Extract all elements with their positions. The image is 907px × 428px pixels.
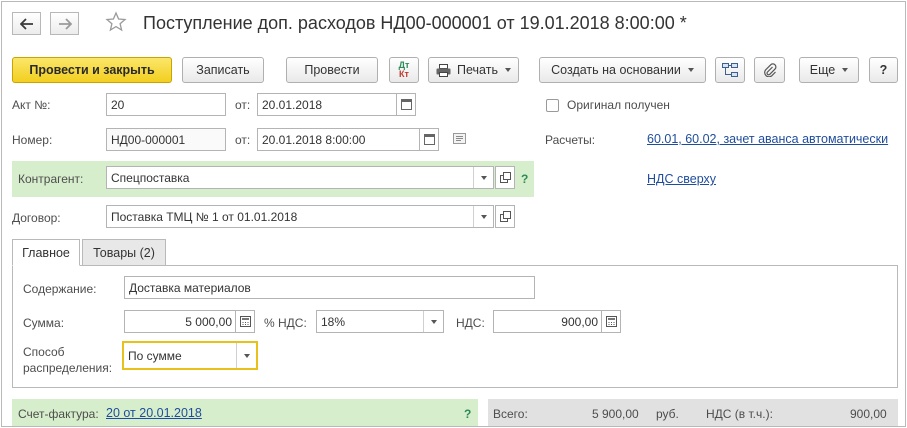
sum-label: Сумма: [23, 316, 65, 330]
content-input[interactable]: Доставка материалов [124, 276, 535, 299]
counterparty-label: Контрагент: [18, 172, 84, 186]
chevron-down-icon [842, 68, 849, 72]
contract-label: Договор: [12, 211, 61, 225]
post-button[interactable]: Провести [286, 57, 378, 83]
vat-included-value: 900,00 [850, 407, 887, 421]
totals-bar: Всего: 5 900,00 руб. НДС (в т.ч.): 900,0… [488, 399, 898, 426]
vat-rate-dropdown-button[interactable] [423, 311, 443, 332]
number-date-calendar-button[interactable] [419, 128, 439, 151]
content-label: Содержание: [23, 282, 97, 296]
counterparty-open-button[interactable] [495, 166, 515, 189]
tab-goods[interactable]: Товары (2) [82, 239, 166, 266]
favorite-star-icon[interactable] [105, 11, 127, 36]
contract-value: Поставка ТМЦ № 1 от 01.01.2018 [111, 209, 298, 224]
number-date-label: от: [235, 133, 251, 147]
vat-included-label: НДС (в т.ч.): [706, 407, 773, 421]
settlements-link[interactable]: 60.01, 60.02, зачет аванса автоматически [647, 132, 888, 146]
contract-open-button[interactable] [495, 205, 515, 228]
chevron-down-icon [480, 175, 487, 180]
chevron-down-icon [504, 68, 511, 72]
more-label: Еще [809, 63, 836, 77]
document-window: Поступление доп. расходов НД00-000001 от… [1, 1, 906, 427]
chevron-down-icon [430, 319, 437, 324]
contract-dropdown-button[interactable] [473, 206, 493, 227]
calendar-icon [400, 99, 412, 110]
original-received-checkbox[interactable] [546, 99, 559, 112]
more-button[interactable]: Еще [799, 57, 859, 83]
vat-rate-select[interactable]: 18% [316, 310, 444, 333]
chevron-down-icon [480, 214, 487, 219]
invoice-link[interactable]: 20 от 20.01.2018 [106, 406, 202, 420]
total-label: Всего: [493, 407, 528, 421]
page-title: Поступление доп. расходов НД00-000001 от… [143, 13, 687, 33]
vat-on-top-link[interactable]: НДС сверху [647, 172, 716, 186]
counterparty-help-icon[interactable]: ? [521, 172, 528, 186]
invoice-label: Счет-фактура: [18, 407, 99, 421]
arrow-right-icon [58, 17, 72, 30]
act-date-label: от: [235, 98, 251, 112]
number-label: Номер: [12, 133, 53, 147]
calendar-icon [423, 134, 435, 145]
distribution-method-value: По сумме [128, 348, 182, 363]
currency-label: руб. [656, 407, 679, 421]
counterparty-dropdown-button[interactable] [473, 167, 493, 188]
vat-rate-label: % НДС: [264, 316, 307, 330]
vat-rate-value: 18% [321, 314, 346, 329]
back-button[interactable] [12, 12, 41, 35]
dt-kt-icon-kt: Кт [399, 69, 409, 79]
distribution-label-line1: Способ [23, 345, 65, 359]
open-form-icon [499, 172, 511, 183]
open-form-icon [499, 211, 511, 222]
paperclip-icon [763, 63, 776, 77]
vat-input[interactable]: 900,00 [493, 310, 603, 333]
act-number-input[interactable]: 20 [106, 93, 226, 116]
attach-button[interactable] [754, 57, 785, 83]
number-input[interactable]: НД00-000001 [106, 128, 226, 151]
comment-icon[interactable] [453, 133, 466, 147]
original-received-label: Оригинал получен [567, 98, 670, 112]
act-number-label: Акт №: [12, 98, 51, 112]
help-button[interactable]: ? [869, 57, 898, 83]
calculator-icon [605, 316, 617, 327]
forward-button[interactable] [50, 12, 79, 35]
counterparty-value: Спецпоставка [111, 170, 190, 185]
save-button[interactable]: Записать [182, 57, 264, 83]
print-label: Печать [457, 63, 498, 77]
invoice-help-icon[interactable]: ? [464, 407, 471, 421]
post-and-close-button[interactable]: Провести и закрыть [12, 57, 172, 83]
main-tab-panel: Содержание: Доставка материалов Сумма: 5… [12, 265, 898, 388]
printer-icon [436, 63, 451, 77]
calculator-icon [239, 316, 251, 327]
vat-label: НДС: [456, 316, 485, 330]
tab-main[interactable]: Главное [12, 239, 80, 266]
counterparty-input[interactable]: Спецпоставка [106, 166, 494, 189]
settlements-label: Расчеты: [545, 133, 596, 147]
act-date-input[interactable]: 20.01.2018 [257, 93, 398, 116]
sum-input[interactable]: 5 000,00 [124, 310, 237, 333]
sum-calculator-button[interactable] [235, 310, 255, 333]
print-button[interactable]: Печать [428, 57, 519, 83]
distribution-label-line2: распределения: [23, 361, 113, 375]
arrow-left-icon [19, 17, 33, 30]
total-value: 5 900,00 [592, 407, 639, 421]
chevron-down-icon [687, 68, 694, 72]
distribution-method-dropdown-button[interactable] [236, 343, 256, 368]
number-date-input[interactable]: 20.01.2018 8:00:00 [257, 128, 424, 151]
contract-input[interactable]: Поставка ТМЦ № 1 от 01.01.2018 [106, 205, 494, 228]
structure-button[interactable] [715, 57, 745, 83]
dt-kt-button[interactable]: Дт Кт [389, 57, 419, 83]
distribution-method-select[interactable]: По сумме [122, 341, 258, 370]
act-date-calendar-button[interactable] [396, 93, 416, 116]
chevron-down-icon [243, 353, 250, 358]
vat-calculator-button[interactable] [601, 310, 621, 333]
document-structure-icon [722, 63, 738, 77]
create-based-label: Создать на основании [551, 63, 681, 77]
create-based-on-button[interactable]: Создать на основании [539, 57, 706, 83]
